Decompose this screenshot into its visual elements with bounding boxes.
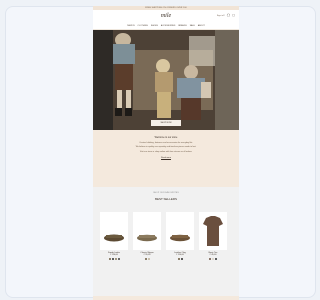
nav-item-shoes[interactable]: SHOES: [151, 25, 158, 27]
search-icon[interactable]: ⌕: [223, 14, 225, 17]
sign-in-link[interactable]: Sign in: [217, 15, 223, 17]
best-sellers-section: SHOP OUR FAVOURITES BEST SELLERS Suede L…: [93, 187, 239, 296]
swatch[interactable]: [117, 257, 120, 260]
product-card[interactable]: Classic Slipper € 95,00: [133, 212, 161, 260]
product-card[interactable]: Leather Clog € 110,00: [166, 212, 194, 260]
nav-item-new-in[interactable]: NEW IN: [127, 25, 134, 27]
intro-read-more-link[interactable]: Read more: [101, 157, 231, 160]
main-nav: NEW IN CLOTHING SHOES ACCESSORIES BRANDS…: [93, 22, 239, 30]
product-image[interactable]: [166, 212, 194, 250]
hero-photo: [93, 30, 239, 130]
product-price: € 45,00: [209, 254, 217, 257]
swatch[interactable]: [180, 257, 183, 260]
nav-item-brands[interactable]: BRANDS: [178, 25, 186, 27]
intro-headline: Welcome to our store: [154, 136, 178, 139]
swatch[interactable]: [209, 257, 211, 260]
color-swatches: [100, 257, 128, 260]
color-swatches: [133, 257, 161, 260]
product-image[interactable]: [100, 212, 128, 250]
product-grid: Suede Loafer € 120,00 Classic Slipper € …: [93, 212, 239, 260]
color-swatches: [166, 257, 194, 260]
website-preview: FREE SHIPPING ON ORDERS OVER 100 mile Si…: [93, 6, 239, 300]
swatch[interactable]: [177, 257, 180, 260]
nav-item-about[interactable]: ABOUT: [198, 25, 205, 27]
nav-item-sale[interactable]: SALE: [190, 25, 195, 27]
swatch[interactable]: [144, 257, 147, 260]
intro-line-3: Visit our store or shop online with free…: [139, 150, 193, 153]
intro-line-1: Curated clothing, footwear and accessori…: [139, 141, 193, 144]
product-card[interactable]: Suede Loafer € 120,00: [100, 212, 128, 260]
swatch[interactable]: [212, 257, 214, 260]
cart-icon[interactable]: ▢: [232, 14, 235, 17]
hero-shop-button[interactable]: SHOP NOW: [151, 120, 181, 126]
swatch[interactable]: [114, 257, 117, 260]
product-card[interactable]: Basic Tee € 45,00: [199, 212, 227, 260]
swatch[interactable]: [108, 257, 111, 260]
nav-item-accessories[interactable]: ACCESSORIES: [161, 25, 175, 27]
product-price: € 95,00: [143, 254, 151, 257]
hero-image: SHOP NOW: [93, 30, 239, 130]
swatch[interactable]: [215, 257, 217, 260]
product-price: € 120,00: [110, 254, 118, 257]
product-image[interactable]: [133, 212, 161, 250]
swatch[interactable]: [111, 257, 114, 260]
announcement-text: FREE SHIPPING ON ORDERS OVER 100: [145, 7, 187, 9]
product-image[interactable]: [199, 212, 227, 250]
section-kicker: SHOP OUR FAVOURITES: [153, 192, 179, 194]
account-icon[interactable]: ◯: [227, 14, 230, 17]
product-price: € 110,00: [176, 254, 184, 257]
section-title: BEST SELLERS: [154, 197, 178, 201]
color-swatches: [199, 257, 227, 260]
nav-item-clothing[interactable]: CLOTHING: [138, 25, 148, 27]
footer-strip: [93, 296, 239, 300]
swatch[interactable]: [147, 257, 150, 260]
intro-section: Welcome to our store Curated clothing, f…: [93, 130, 239, 187]
intro-line-2: We believe in quality over quantity and …: [135, 146, 197, 149]
header-icons: ⌕ ◯ ▢: [223, 14, 235, 17]
site-header: mile Sign in ⌕ ◯ ▢: [93, 10, 239, 22]
